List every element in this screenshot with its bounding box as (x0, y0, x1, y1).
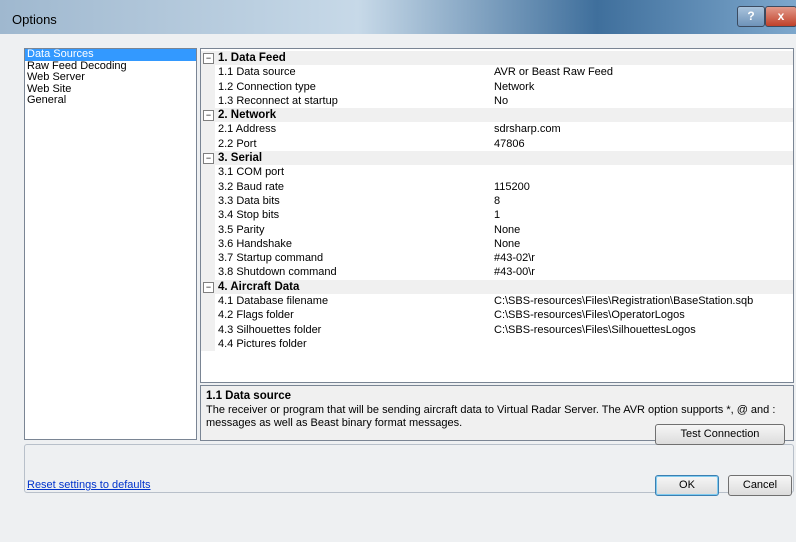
category-label: 2. Network (218, 109, 277, 122)
category-data-feed[interactable]: − 1. Data Feed (201, 51, 793, 66)
property-name: 2.2 Port (218, 137, 257, 150)
property-row[interactable]: 3.4 Stop bits 1 (201, 208, 793, 223)
property-row[interactable]: 3.7 Startup command #43-02\r (201, 251, 793, 266)
property-value[interactable]: C:\SBS-resources\Files\SilhouettesLogos (494, 323, 696, 337)
property-row[interactable]: 3.6 Handshake None (201, 236, 793, 252)
property-row[interactable]: 3.3 Data bits 8 (201, 193, 793, 209)
property-name: 3.4 Stop bits (218, 209, 280, 222)
category-serial[interactable]: − 3. Serial (201, 151, 793, 166)
property-grid-rows: − 1. Data Feed 1.1 Data source AVR or Be… (201, 51, 793, 352)
category-label: 4. Aircraft Data (218, 280, 300, 293)
ok-button[interactable]: OK (655, 475, 719, 496)
property-value[interactable]: 8 (494, 194, 500, 208)
property-name: 2.1 Address (218, 123, 277, 136)
property-name: 3.3 Data bits (218, 194, 280, 207)
page-list-item-data-sources[interactable]: Data Sources (25, 48, 196, 61)
property-value[interactable]: C:\SBS-resources\Files\OperatorLogos (494, 308, 685, 322)
collapse-icon[interactable]: − (203, 281, 214, 293)
property-row[interactable]: 3.8 Shutdown command #43-00\r (201, 265, 793, 280)
property-row[interactable]: 1.2 Connection type Network (201, 79, 793, 94)
cancel-button[interactable]: Cancel (728, 475, 792, 496)
category-label: 1. Data Feed (218, 52, 286, 64)
page-list-item-general[interactable]: General (25, 94, 196, 107)
property-value[interactable]: C:\SBS-resources\Files\Registration\Base… (494, 294, 753, 308)
dialog-client-area: Data Sources Raw Feed Decoding Web Serve… (0, 34, 796, 542)
property-row[interactable]: 4.2 Flags folder C:\SBS-resources\Files\… (201, 308, 793, 323)
property-name: 3.6 Handshake (218, 237, 292, 250)
options-page-list[interactable]: Data Sources Raw Feed Decoding Web Serve… (24, 48, 197, 440)
property-name: 4.3 Silhouettes folder (218, 323, 322, 336)
property-row[interactable]: 3.1 COM port (201, 165, 793, 180)
property-row[interactable]: 4.3 Silhouettes folder C:\SBS-resources\… (201, 322, 793, 337)
property-row[interactable]: 4.1 Database filename C:\SBS-resources\F… (201, 294, 793, 309)
property-value[interactable]: sdrsharp.com (494, 122, 561, 136)
property-row[interactable]: 2.2 Port 47806 (201, 136, 793, 152)
property-name: 1.3 Reconnect at startup (218, 94, 338, 107)
property-row[interactable]: 1.3 Reconnect at startup No (201, 93, 793, 109)
title-bar: Options ? x (0, 0, 796, 34)
help-button[interactable]: ? (737, 6, 765, 27)
category-network[interactable]: − 2. Network (201, 108, 793, 123)
reset-settings-link[interactable]: Reset settings to defaults (27, 479, 151, 491)
property-name: 3.2 Baud rate (218, 180, 285, 193)
property-value[interactable]: None (494, 237, 520, 251)
property-name: 3.1 COM port (218, 166, 285, 179)
category-label: 3. Serial (218, 152, 263, 165)
description-title: 1.1 Data source (206, 390, 292, 402)
property-row[interactable]: 4.4 Pictures folder (201, 336, 793, 352)
property-row[interactable]: 2.1 Address sdrsharp.com (201, 122, 793, 137)
property-value[interactable]: AVR or Beast Raw Feed (494, 65, 613, 79)
property-grid[interactable]: − 1. Data Feed 1.1 Data source AVR or Be… (200, 48, 794, 383)
property-row[interactable]: 1.1 Data source AVR or Beast Raw Feed (201, 65, 793, 80)
options-dialog: Options ? x Data Sources Raw Feed Decodi… (0, 0, 796, 542)
collapse-icon[interactable]: − (203, 53, 214, 64)
property-value[interactable]: #43-02\r (494, 251, 535, 265)
property-name: 3.8 Shutdown command (218, 266, 337, 279)
property-name: 4.2 Flags folder (218, 309, 294, 322)
test-connection-button[interactable]: Test Connection (655, 424, 785, 445)
page-list-item-web-server[interactable]: Web Server (25, 71, 196, 84)
property-name: 1.2 Connection type (218, 80, 316, 93)
window-title: Options (12, 12, 57, 27)
collapse-icon[interactable]: − (203, 153, 214, 165)
property-name: 4.4 Pictures folder (218, 337, 307, 350)
property-value[interactable]: Network (494, 80, 534, 94)
property-name: 3.5 Parity (218, 223, 265, 236)
property-value[interactable]: No (494, 94, 508, 108)
property-value[interactable]: 47806 (494, 137, 525, 151)
category-aircraft-data[interactable]: − 4. Aircraft Data (201, 279, 793, 295)
property-name: 1.1 Data source (218, 66, 296, 79)
property-name: 3.7 Startup command (218, 252, 324, 265)
property-value[interactable]: #43-00\r (494, 265, 535, 279)
property-row[interactable]: 3.5 Parity None (201, 222, 793, 237)
close-button[interactable]: x (765, 6, 796, 27)
property-value[interactable]: 1 (494, 208, 500, 222)
property-value[interactable]: None (494, 223, 520, 237)
property-value[interactable]: 115200 (494, 180, 530, 194)
property-row[interactable]: 3.2 Baud rate 115200 (201, 179, 793, 194)
property-name: 4.1 Database filename (218, 295, 329, 308)
collapse-icon[interactable]: − (203, 110, 214, 122)
